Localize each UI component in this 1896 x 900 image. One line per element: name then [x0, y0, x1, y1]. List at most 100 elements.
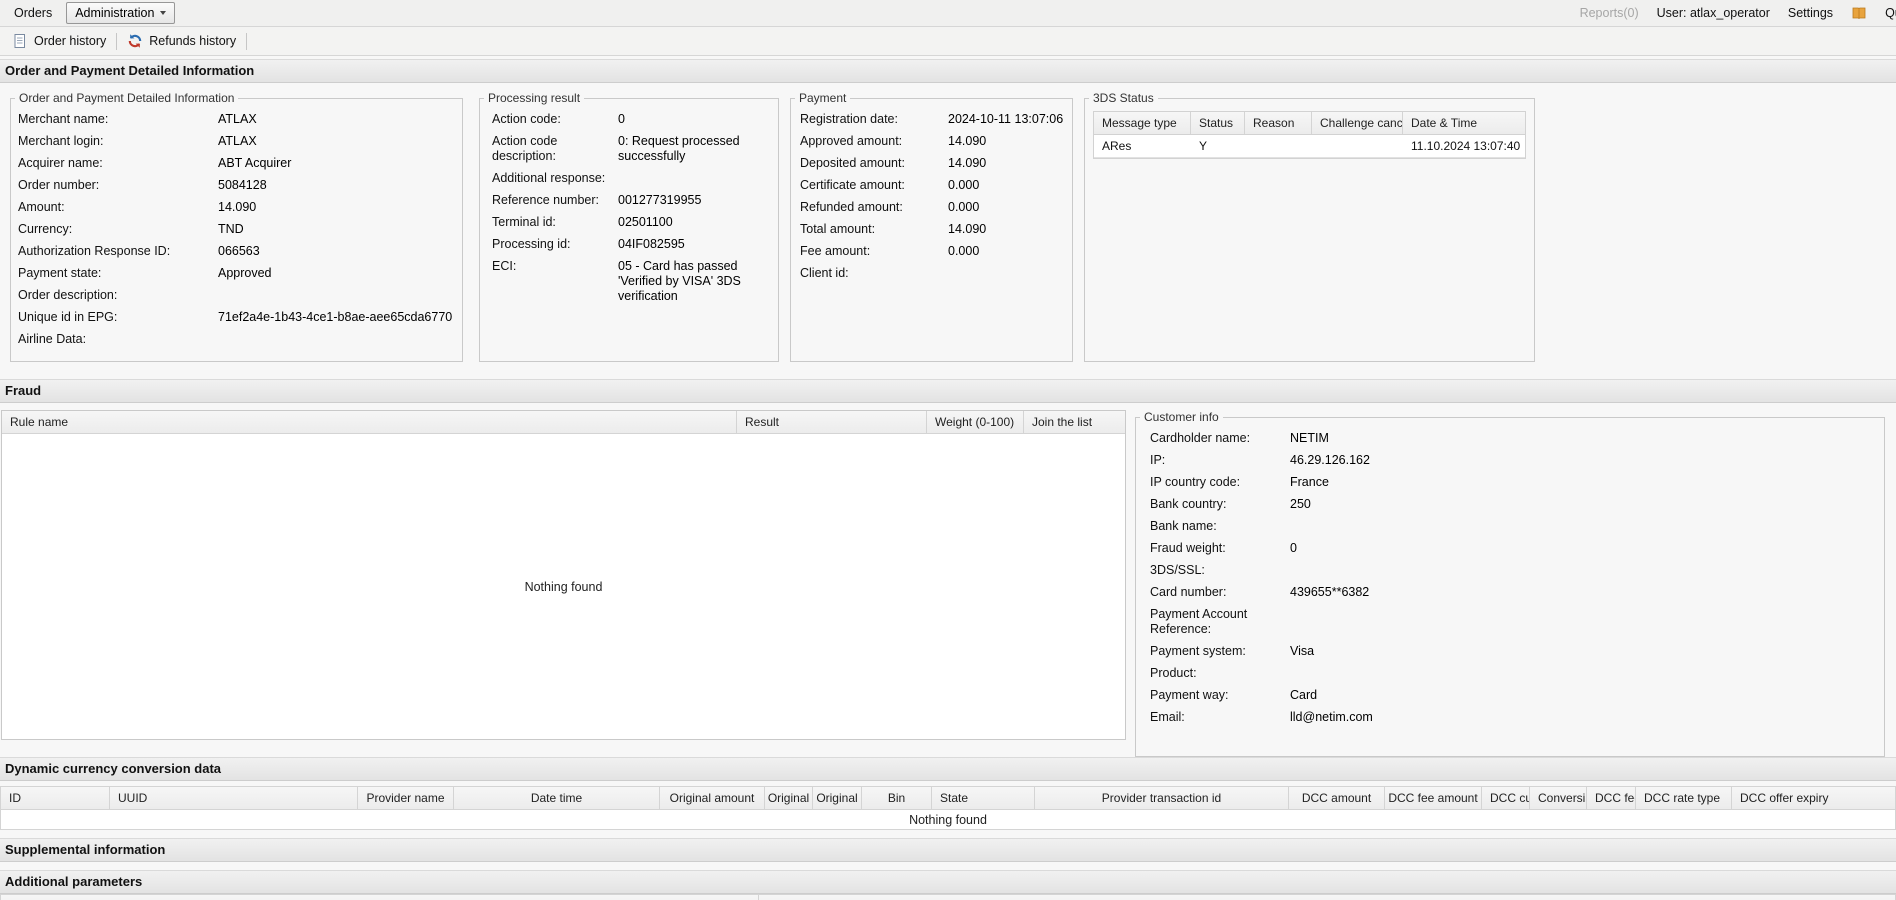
- field-label: Certificate amount:: [800, 178, 948, 193]
- field-value: Approved: [218, 266, 454, 281]
- field-label: Order description:: [18, 288, 218, 303]
- column-header-value[interactable]: Value: [759, 895, 1895, 900]
- refunds-history-button[interactable]: Refunds history: [120, 30, 243, 52]
- field-row: Order number:5084128: [11, 175, 462, 197]
- column-header-date-time[interactable]: Date time: [454, 787, 660, 809]
- dcc-table: ID UUID Provider name Date time Original…: [0, 786, 1896, 830]
- column-header-state[interactable]: State: [932, 787, 1035, 809]
- history-toolbar: Order history Refunds history: [0, 27, 1896, 56]
- column-header-provider-transaction-id[interactable]: Provider transaction id: [1035, 787, 1289, 809]
- field-row: IP country code:France: [1136, 472, 1884, 494]
- threeds-table-row[interactable]: ARes Y 11.10.2024 13:07:40: [1094, 135, 1525, 158]
- field-row: Fee amount:0.000: [791, 241, 1072, 263]
- order-details-legend: Order and Payment Detailed Information: [15, 91, 238, 105]
- field-label: Refunded amount:: [800, 200, 948, 215]
- field-row: Order description:: [11, 285, 462, 307]
- column-header-dcc-rate-type[interactable]: DCC rate type: [1636, 787, 1732, 809]
- field-row: Email:lld@netim.com: [1136, 707, 1884, 729]
- refunds-history-label: Refunds history: [149, 34, 236, 48]
- column-header-dcc-amount[interactable]: DCC amount: [1289, 787, 1385, 809]
- detail-panels: Order and Payment Detailed Information M…: [10, 91, 1896, 362]
- field-label: Additional response:: [492, 171, 618, 186]
- threeds-table: Message type Status Reason Challenge can…: [1093, 111, 1526, 159]
- field-label: Deposited amount:: [800, 156, 948, 171]
- field-row: Action code description:0: Request proce…: [480, 131, 778, 168]
- field-row: Card number:439655**6382: [1136, 582, 1884, 604]
- refresh-arrows-icon: [127, 33, 143, 49]
- order-history-button[interactable]: Order history: [5, 30, 113, 52]
- field-value: 02501100: [618, 215, 770, 230]
- column-header-provider-name[interactable]: Provider name: [358, 787, 454, 809]
- field-label: Registration date:: [800, 112, 948, 127]
- processing-result-legend: Processing result: [484, 91, 584, 105]
- field-row: Processing id:04IF082595: [480, 234, 778, 256]
- section-header-supplemental: Supplemental information: [0, 838, 1896, 862]
- field-value: 439655**6382: [1290, 585, 1876, 600]
- field-row: Terminal id:02501100: [480, 212, 778, 234]
- field-label: Authorization Response ID:: [18, 244, 218, 259]
- settings-button[interactable]: Settings: [1788, 6, 1833, 20]
- fraud-table-header: Rule name Result Weight (0-100) Join the…: [2, 411, 1125, 434]
- field-row: Cardholder name:NETIM: [1136, 428, 1884, 450]
- column-header-original-amount[interactable]: Original amount: [660, 787, 765, 809]
- field-value: 0.000: [948, 244, 1064, 259]
- column-header-weight[interactable]: Weight (0-100): [927, 411, 1024, 433]
- section-header-additional-params: Additional parameters: [0, 870, 1896, 894]
- administration-menu-button[interactable]: Administration: [66, 2, 175, 24]
- field-label: Processing id:: [492, 237, 618, 252]
- field-value: ABT Acquirer: [218, 156, 454, 171]
- column-header-bin[interactable]: Bin: [862, 787, 932, 809]
- field-label: Acquirer name:: [18, 156, 218, 171]
- column-header-name[interactable]: Name: [1, 895, 759, 900]
- reports-button[interactable]: Reports(0): [1580, 6, 1639, 20]
- field-row: Refunded amount:0.000: [791, 197, 1072, 219]
- orders-menu-button[interactable]: Orders: [6, 2, 60, 24]
- column-header-id[interactable]: ID: [1, 787, 110, 809]
- dcc-table-header: ID UUID Provider name Date time Original…: [0, 786, 1896, 810]
- field-value: [218, 288, 454, 303]
- field-value: [948, 266, 1064, 281]
- field-value: [218, 332, 454, 347]
- column-header-uuid[interactable]: UUID: [110, 787, 358, 809]
- column-header-dcc-offer-expiry[interactable]: DCC offer expiry: [1732, 787, 1895, 809]
- column-header-reason[interactable]: Reason: [1245, 112, 1312, 134]
- column-header-rule-name[interactable]: Rule name: [2, 411, 737, 433]
- field-row: Approved amount:14.090: [791, 131, 1072, 153]
- field-value: 066563: [218, 244, 454, 259]
- field-row: Payment state:Approved: [11, 263, 462, 285]
- field-row: Airline Data:: [11, 329, 462, 351]
- field-value: 0.000: [948, 178, 1064, 193]
- field-label: Total amount:: [800, 222, 948, 237]
- book-icon[interactable]: [1851, 5, 1867, 21]
- field-label: Action code:: [492, 112, 618, 127]
- processing-result-panel: Processing result Action code:0 Action c…: [479, 91, 779, 362]
- field-label: Reference number:: [492, 193, 618, 208]
- column-header-message-type[interactable]: Message type: [1094, 112, 1191, 134]
- column-header-result[interactable]: Result: [737, 411, 927, 433]
- column-header-original-3[interactable]: Original: [813, 787, 862, 809]
- field-value: ATLAX: [218, 112, 454, 127]
- field-row: Bank name:: [1136, 516, 1884, 538]
- column-header-status[interactable]: Status: [1191, 112, 1245, 134]
- column-header-challenge-cancel[interactable]: Challenge cancel: [1312, 112, 1403, 134]
- column-header-original-2[interactable]: Original: [765, 787, 813, 809]
- field-label: ECI:: [492, 259, 618, 304]
- field-label: Merchant login:: [18, 134, 218, 149]
- field-row: Reference number:001277319955: [480, 190, 778, 212]
- column-header-join-the-list[interactable]: Join the list: [1024, 411, 1125, 433]
- field-value: 14.090: [948, 222, 1064, 237]
- current-user-label: User: atlax_operator: [1657, 6, 1770, 20]
- column-header-dcc-curr[interactable]: DCC curr: [1482, 787, 1530, 809]
- column-header-dcc-fee-amount[interactable]: DCC fee amount: [1385, 787, 1482, 809]
- field-row: Action code:0: [480, 109, 778, 131]
- field-label: IP:: [1150, 453, 1290, 468]
- threeds-status-panel: 3DS Status Message type Status Reason Ch…: [1084, 91, 1535, 362]
- cell-message-type: ARes: [1094, 135, 1191, 157]
- column-header-date-time[interactable]: Date & Time: [1403, 112, 1525, 134]
- field-label: Unique id in EPG:: [18, 310, 218, 325]
- quit-button[interactable]: Quit: [1885, 6, 1896, 20]
- field-row: Unique id in EPG:71ef2a4e-1b43-4ce1-b8ae…: [11, 307, 462, 329]
- column-header-dcc-fee[interactable]: DCC fee: [1587, 787, 1636, 809]
- toolbar-right-group: Reports(0) User: atlax_operator Settings…: [1580, 5, 1896, 21]
- column-header-conversi[interactable]: Conversi: [1530, 787, 1587, 809]
